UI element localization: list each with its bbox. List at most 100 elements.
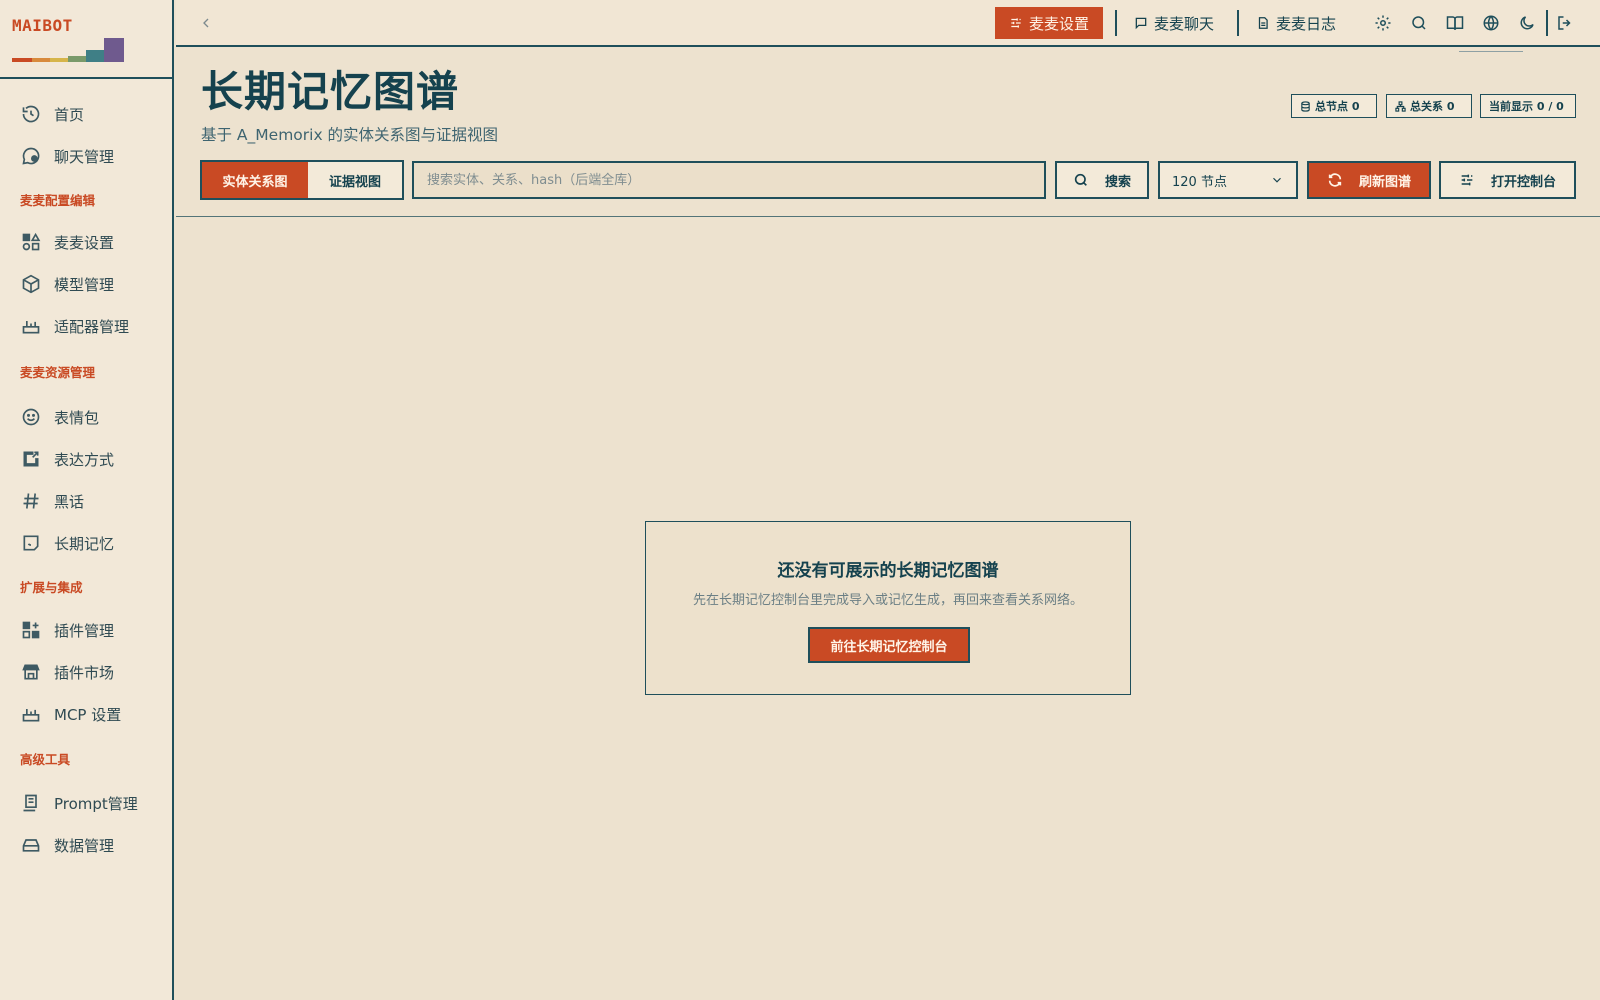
sidebar-item-label: 麦麦设置 — [54, 233, 115, 252]
smile-icon — [20, 406, 42, 428]
tab-entity-graph[interactable]: 实体关系图 — [202, 162, 308, 198]
empty-state-description: 先在长期记忆控制台里完成导入或记忆生成，再回来查看关系网络。 — [692, 593, 1083, 608]
tab-label: 麦麦设置 — [1029, 14, 1090, 33]
nav-group-extensions: 扩展与集成 — [20, 580, 83, 595]
icon-separator — [1546, 10, 1548, 36]
go-to-memory-console-button[interactable]: 前往长期记忆控制台 — [808, 627, 970, 663]
stat-total-relations: 总关系 0 — [1386, 94, 1472, 118]
stat-current-display: 当前显示 0 / 0 — [1480, 94, 1576, 118]
logo[interactable]: MAIBOT — [12, 16, 128, 62]
sidebar-item-long-term-memory[interactable]: 长期记忆 — [20, 530, 168, 556]
refresh-graph-button[interactable]: 刷新图谱 — [1307, 161, 1431, 199]
sidebar-item-chat[interactable]: 聊天管理 — [20, 143, 168, 169]
sidebar-item-label: 表情包 — [54, 408, 100, 427]
logo-bars — [12, 36, 124, 62]
search-icon — [1074, 173, 1087, 186]
sidebar-item-label: 表达方式 — [54, 450, 115, 469]
logo-text: MAIBOT — [12, 16, 73, 35]
sidebar-item-plugins[interactable]: 插件管理 — [20, 617, 168, 643]
tab-label: 麦麦聊天 — [1154, 14, 1215, 33]
sidebar-item-mcp-settings[interactable]: MCP 设置 — [20, 701, 168, 727]
sidebar-item-slang[interactable]: 黑话 — [20, 488, 168, 514]
sidebar-divider — [0, 77, 174, 79]
moon-icon[interactable] — [1516, 12, 1538, 34]
sidebar-item-label: 插件市场 — [54, 663, 115, 682]
search-input[interactable] — [412, 161, 1046, 199]
grid-plus-icon — [20, 619, 42, 641]
empty-state-title: 还没有可展示的长期记忆图谱 — [777, 561, 999, 581]
sidebar-item-models[interactable]: 模型管理 — [20, 271, 168, 297]
tab-evidence-view[interactable]: 证据视图 — [308, 162, 402, 198]
sidebar-item-label: Prompt管理 — [54, 794, 138, 813]
document-icon — [20, 792, 42, 814]
page-title: 长期记忆图谱 — [201, 67, 460, 116]
scroll-indicator — [1459, 51, 1523, 52]
router-icon — [20, 703, 42, 725]
tab-separator — [1237, 10, 1239, 36]
network-icon — [1395, 100, 1406, 112]
stat-total-nodes: 总节点 0 — [1291, 94, 1377, 118]
sidebar-item-plugin-market[interactable]: 插件市场 — [20, 659, 168, 685]
cube-icon — [20, 273, 42, 295]
database-icon — [1301, 100, 1310, 112]
search-button[interactable]: 搜索 — [1055, 161, 1149, 199]
view-switcher: 实体关系图 证据视图 — [200, 160, 404, 200]
node-limit-value: 120 节点 — [1172, 174, 1227, 190]
router-icon — [20, 315, 42, 337]
search-icon[interactable] — [1408, 12, 1430, 34]
sidebar-item-label: 适配器管理 — [54, 317, 130, 336]
edit-note-icon — [20, 448, 42, 470]
nav-group-advanced: 高级工具 — [20, 752, 71, 767]
sidebar-item-label: 数据管理 — [54, 836, 115, 855]
open-console-button[interactable]: 打开控制台 — [1439, 161, 1576, 199]
history-icon — [20, 103, 42, 125]
sliders-icon — [1461, 174, 1473, 186]
stat-label: 当前显示 0 / 0 — [1489, 100, 1564, 113]
tab-maimai-settings[interactable]: 麦麦设置 — [995, 7, 1104, 39]
sidebar-item-home[interactable]: 首页 — [20, 101, 168, 127]
tab-maimai-chat[interactable]: 麦麦聊天 — [1120, 7, 1228, 39]
toolbar-divider — [176, 216, 1600, 217]
sidebar-item-stickers[interactable]: 表情包 — [20, 404, 168, 430]
sidebar-item-label: 聊天管理 — [54, 147, 115, 166]
sidebar-item-label: MCP 设置 — [54, 705, 122, 724]
shapes-icon — [20, 231, 42, 253]
node-limit-select[interactable]: 120 节点 — [1158, 161, 1298, 199]
globe-icon[interactable] — [1480, 12, 1502, 34]
file-icon — [1256, 16, 1270, 30]
hard-drive-icon — [20, 834, 42, 856]
logout-icon[interactable] — [1554, 12, 1576, 34]
tab-maimai-logs[interactable]: 麦麦日志 — [1242, 7, 1350, 39]
sidebar-item-label: 长期记忆 — [54, 534, 115, 553]
sidebar: MAIBOT 首页 聊天管理 麦麦配置编辑 麦麦设置 模型管理 适配器管理 麦麦… — [0, 0, 174, 1000]
sidebar-item-prompts[interactable]: Prompt管理 — [20, 790, 168, 816]
sidebar-item-label: 模型管理 — [54, 275, 115, 294]
sidebar-item-maimai-settings[interactable]: 麦麦设置 — [20, 229, 168, 255]
sidebar-item-adapters[interactable]: 适配器管理 — [20, 313, 168, 339]
nav-group-resources: 麦麦资源管理 — [20, 365, 96, 380]
open-console-label: 打开控制台 — [1490, 174, 1556, 190]
topbar: 麦麦设置 麦麦聊天 麦麦日志 — [176, 0, 1600, 47]
message-icon — [1134, 16, 1148, 30]
chevron-left-icon[interactable] — [196, 12, 216, 34]
hash-icon — [20, 490, 42, 512]
chevron-down-icon — [1273, 177, 1281, 183]
search-button-label: 搜索 — [1104, 174, 1131, 190]
tab-separator — [1115, 10, 1117, 36]
sidebar-item-expressions[interactable]: 表达方式 — [20, 446, 168, 472]
nav-group-config: 麦麦配置编辑 — [20, 193, 96, 208]
refresh-label: 刷新图谱 — [1358, 174, 1411, 190]
tab-label: 麦麦日志 — [1276, 14, 1337, 33]
page-subtitle: 基于 A_Memorix 的实体关系图与证据视图 — [201, 126, 499, 144]
sidebar-item-label: 首页 — [54, 105, 85, 124]
stat-label: 总关系 0 — [1410, 100, 1455, 113]
empty-state-card: 还没有可展示的长期记忆图谱 先在长期记忆控制台里完成导入或记忆生成，再回来查看关… — [645, 521, 1131, 695]
memory-icon — [20, 532, 42, 554]
book-icon[interactable] — [1444, 12, 1466, 34]
sidebar-item-data[interactable]: 数据管理 — [20, 832, 168, 858]
settings-icon[interactable] — [1372, 12, 1394, 34]
chat-icon — [20, 145, 42, 167]
store-icon — [20, 661, 42, 683]
stat-label: 总节点 0 — [1315, 100, 1360, 113]
sidebar-item-label: 插件管理 — [54, 621, 115, 640]
